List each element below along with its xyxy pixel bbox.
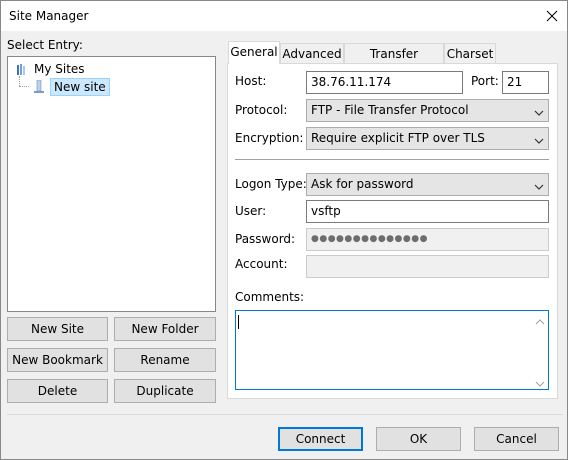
rename-button[interactable]: Rename bbox=[114, 348, 216, 372]
account-input[interactable] bbox=[306, 255, 549, 278]
port-label: Port: bbox=[471, 74, 499, 88]
logon-type-label: Logon Type: bbox=[235, 177, 307, 191]
tab-advanced[interactable]: Advanced bbox=[280, 43, 344, 64]
encryption-label: Encryption: bbox=[235, 131, 304, 145]
comments-label: Comments: bbox=[235, 290, 305, 304]
account-label: Account: bbox=[235, 257, 288, 271]
folder-icon bbox=[16, 62, 30, 76]
title-bar: Site Manager bbox=[1, 1, 567, 31]
scroll-up-icon[interactable] bbox=[535, 315, 545, 325]
window-title: Site Manager bbox=[9, 9, 89, 23]
cancel-button[interactable]: Cancel bbox=[474, 427, 559, 451]
tab-transfer-settings[interactable]: Transfer Settings bbox=[344, 43, 444, 81]
port-input[interactable]: 21 bbox=[502, 71, 549, 94]
logon-type-select-value: Ask for password bbox=[311, 177, 414, 191]
user-label: User: bbox=[235, 204, 267, 218]
user-input[interactable]: vsftp bbox=[306, 200, 549, 223]
host-label: Host: bbox=[235, 74, 267, 88]
chevron-down-icon bbox=[533, 179, 545, 191]
tree-item-label: My Sites bbox=[34, 62, 85, 76]
protocol-select-value: FTP - File Transfer Protocol bbox=[311, 103, 469, 117]
site-manager-window: Site Manager Select Entry: My Sites New … bbox=[0, 0, 568, 460]
select-entry-label: Select Entry: bbox=[7, 38, 83, 52]
new-bookmark-button[interactable]: New Bookmark bbox=[7, 348, 108, 372]
comments-textarea[interactable] bbox=[235, 310, 549, 390]
server-icon bbox=[32, 79, 46, 94]
new-site-button[interactable]: New Site bbox=[7, 317, 108, 341]
new-folder-button[interactable]: New Folder bbox=[114, 317, 216, 341]
host-input[interactable]: 38.76.11.174 bbox=[306, 71, 463, 94]
encryption-select-value: Require explicit FTP over TLS bbox=[311, 131, 485, 145]
scroll-down-icon[interactable] bbox=[535, 377, 545, 387]
chevron-down-icon bbox=[533, 133, 545, 145]
password-label: Password: bbox=[235, 232, 296, 246]
protocol-label: Protocol: bbox=[235, 103, 288, 117]
tree-connector bbox=[19, 76, 20, 86]
tab-general[interactable]: General bbox=[228, 41, 280, 64]
connect-button[interactable]: Connect bbox=[278, 427, 363, 451]
chevron-down-icon bbox=[533, 105, 545, 117]
tree-connector bbox=[19, 86, 29, 87]
section-divider bbox=[235, 159, 549, 160]
footer-divider bbox=[7, 414, 563, 415]
protocol-select[interactable]: FTP - File Transfer Protocol bbox=[306, 99, 549, 122]
encryption-select[interactable]: Require explicit FTP over TLS bbox=[306, 127, 549, 150]
password-input[interactable]: ●●●●●●●●●●●●●● bbox=[306, 228, 549, 251]
duplicate-button[interactable]: Duplicate bbox=[114, 379, 216, 403]
site-tree[interactable]: My Sites New site bbox=[7, 56, 216, 312]
close-icon[interactable] bbox=[537, 1, 567, 31]
tree-item-label: New site bbox=[50, 78, 110, 96]
text-caret bbox=[238, 315, 239, 329]
ok-button[interactable]: OK bbox=[376, 427, 461, 451]
delete-button[interactable]: Delete bbox=[7, 379, 108, 403]
logon-type-select[interactable]: Ask for password bbox=[306, 173, 549, 196]
tab-charset[interactable]: Charset bbox=[444, 43, 496, 64]
